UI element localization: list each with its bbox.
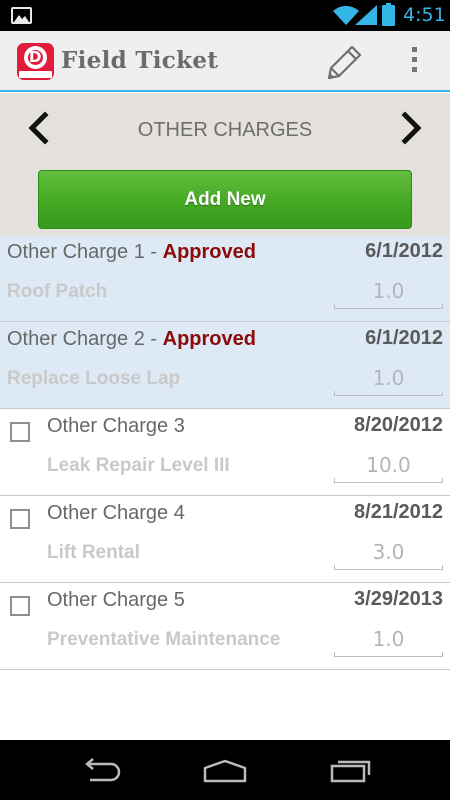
logo-letter: D	[29, 48, 42, 66]
charge-date: 6/1/2012	[365, 240, 443, 262]
charge-row[interactable]: Other Charge 1 - Approved 6/1/2012 Roof …	[0, 235, 450, 322]
action-bar: D Field Ticket	[0, 31, 450, 92]
charge-name: Other Charge 2	[7, 328, 145, 350]
charge-title-separator: -	[144, 328, 163, 350]
charge-name: Other Charge 5	[47, 589, 185, 611]
charge-description: Preventative Maintenance	[47, 629, 281, 650]
quantity-field[interactable]: 1.0	[334, 627, 443, 657]
picture-icon	[11, 7, 32, 24]
chevron-right-icon[interactable]	[396, 111, 426, 145]
app-title: Field Ticket	[61, 47, 219, 74]
charge-status: Approved	[162, 328, 256, 350]
quantity-field[interactable]: 3.0	[334, 540, 443, 570]
logo-brand-strip	[19, 71, 52, 78]
charge-title: Other Charge 2 - Approved	[7, 328, 256, 351]
app-logo[interactable]: D	[17, 43, 54, 80]
quantity-field[interactable]: 10.0	[334, 453, 443, 483]
add-new-button[interactable]: Add New	[38, 170, 412, 229]
edit-pencil-icon[interactable]	[326, 43, 364, 81]
overflow-menu-icon[interactable]	[408, 47, 420, 77]
charge-date: 8/20/2012	[354, 414, 443, 436]
row-checkbox[interactable]	[10, 596, 30, 616]
charge-description: Lift Rental	[47, 542, 140, 563]
charge-row[interactable]: Other Charge 4 8/21/2012 Lift Rental 3.0	[0, 496, 450, 583]
signal-icon	[355, 5, 377, 25]
quantity-field[interactable]: 1.0	[334, 279, 443, 309]
back-icon[interactable]	[78, 758, 122, 784]
charge-name: Other Charge 3	[47, 415, 185, 437]
row-checkbox[interactable]	[10, 509, 30, 529]
section-header: OTHER CHARGES Add New	[0, 93, 450, 235]
charge-name: Other Charge 1	[7, 241, 145, 263]
screen: 4:51 D Field Ticket OTHER CHARGES Add Ne…	[0, 0, 450, 800]
charge-date: 3/29/2013	[354, 588, 443, 610]
charge-name: Other Charge 4	[47, 502, 185, 524]
battery-icon	[382, 3, 395, 26]
status-time: 4:51	[403, 4, 446, 26]
charge-date: 6/1/2012	[365, 327, 443, 349]
row-checkbox[interactable]	[10, 422, 30, 442]
home-icon[interactable]	[201, 759, 249, 783]
charge-title-separator: -	[144, 241, 163, 263]
quantity-field[interactable]: 1.0	[334, 366, 443, 396]
status-bar: 4:51	[0, 0, 450, 31]
recent-apps-icon[interactable]	[329, 757, 373, 783]
charge-list: Other Charge 1 - Approved 6/1/2012 Roof …	[0, 235, 450, 670]
section-title: OTHER CHARGES	[137, 119, 313, 141]
charge-date: 8/21/2012	[354, 501, 443, 523]
charge-description: Roof Patch	[7, 281, 108, 302]
charge-description: Replace Loose Lap	[7, 368, 181, 389]
charge-title: Other Charge 1 - Approved	[7, 241, 256, 264]
charge-status: Approved	[162, 241, 256, 263]
charge-row[interactable]: Other Charge 5 3/29/2013 Preventative Ma…	[0, 583, 450, 670]
charge-row[interactable]: Other Charge 3 8/20/2012 Leak Repair Lev…	[0, 409, 450, 496]
charge-row[interactable]: Other Charge 2 - Approved 6/1/2012 Repla…	[0, 322, 450, 409]
navigation-bar	[0, 740, 450, 800]
charge-description: Leak Repair Level III	[47, 455, 230, 476]
